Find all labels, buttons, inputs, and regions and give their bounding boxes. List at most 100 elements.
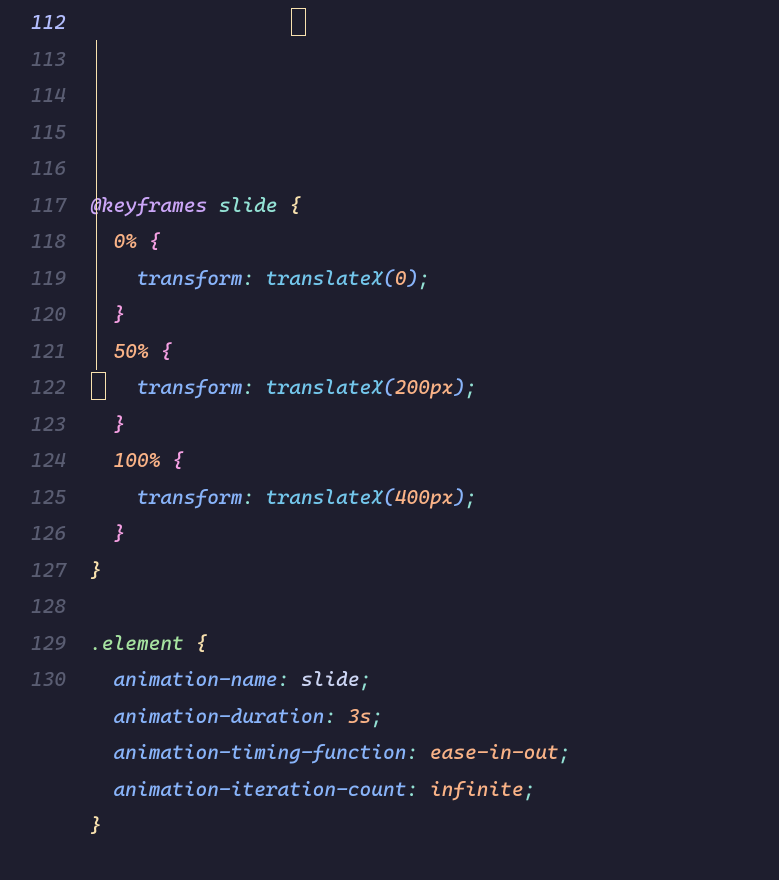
- code-line[interactable]: 50% {: [90, 333, 779, 370]
- token: [149, 339, 161, 363]
- token: transform: [137, 375, 242, 399]
- token: }: [90, 813, 102, 837]
- line-number: 117: [0, 187, 66, 224]
- code-line[interactable]: }: [90, 807, 779, 844]
- token: ;: [465, 485, 477, 509]
- token: animation-duration: [113, 704, 324, 728]
- token: transform: [137, 485, 242, 509]
- code-line[interactable]: 100% {: [90, 442, 779, 479]
- line-number: 120: [0, 296, 66, 333]
- token: ;: [360, 667, 372, 691]
- token: :: [406, 740, 429, 764]
- line-number: 112: [0, 4, 66, 41]
- code-line[interactable]: transform: translateX(0);: [90, 260, 779, 297]
- code-line[interactable]: }: [90, 406, 779, 443]
- token: {: [289, 193, 301, 217]
- code-line[interactable]: .element {: [90, 625, 779, 662]
- line-number: 121: [0, 333, 66, 370]
- token: (: [383, 375, 395, 399]
- token: ): [406, 266, 418, 290]
- code-area[interactable]: @keyframes slide { 0% { transform: trans…: [90, 4, 779, 880]
- token: ;: [371, 704, 383, 728]
- token: (: [383, 485, 395, 509]
- token: :: [324, 704, 347, 728]
- line-number: 129: [0, 625, 66, 662]
- token: :: [278, 667, 301, 691]
- token: @keyframes: [90, 193, 207, 217]
- code-line[interactable]: animation-timing-function: ease-in-out;: [90, 734, 779, 771]
- line-number: 128: [0, 588, 66, 625]
- line-number-gutter: 1121131141151161171181191201211221231241…: [0, 4, 90, 880]
- line-number: 118: [0, 223, 66, 260]
- token: {: [195, 631, 207, 655]
- token: 400px: [395, 485, 454, 509]
- token: ;: [559, 740, 571, 764]
- line-number: 113: [0, 41, 66, 78]
- token: 3s: [348, 704, 371, 728]
- line-number: 126: [0, 515, 66, 552]
- token: {: [149, 229, 161, 253]
- token: :: [242, 375, 265, 399]
- line-number: 119: [0, 260, 66, 297]
- code-line[interactable]: [90, 588, 779, 625]
- token: 50%: [113, 339, 148, 363]
- token: [207, 193, 219, 217]
- code-line[interactable]: transform: translateX(200px);: [90, 369, 779, 406]
- token: animation-timing-function: [113, 740, 406, 764]
- token: :: [242, 485, 265, 509]
- token: :: [242, 266, 265, 290]
- line-number: 123: [0, 406, 66, 443]
- code-editor[interactable]: 1121131141151161171181191201211221231241…: [0, 0, 779, 880]
- token: [137, 229, 149, 253]
- token: (: [383, 266, 395, 290]
- code-line[interactable]: }: [90, 552, 779, 589]
- token: .element: [90, 631, 184, 655]
- code-line[interactable]: 0% {: [90, 223, 779, 260]
- line-number: 116: [0, 150, 66, 187]
- token: [278, 193, 290, 217]
- token: translateX: [266, 266, 383, 290]
- code-line[interactable]: }: [90, 515, 779, 552]
- token: ): [453, 375, 465, 399]
- token: [184, 631, 196, 655]
- token: }: [113, 412, 125, 436]
- line-number: 127: [0, 552, 66, 589]
- token: ;: [465, 375, 477, 399]
- token: ease-in-out: [430, 740, 559, 764]
- token: ;: [524, 777, 536, 801]
- token: }: [90, 558, 102, 582]
- code-line[interactable]: }: [90, 296, 779, 333]
- token: {: [172, 448, 184, 472]
- token: 0: [395, 266, 407, 290]
- token: transform: [137, 266, 242, 290]
- token: }: [113, 302, 125, 326]
- line-number: 130: [0, 661, 66, 698]
- line-number: 122: [0, 369, 66, 406]
- code-line[interactable]: transform: translateX(400px);: [90, 479, 779, 516]
- code-line[interactable]: animation-name: slide;: [90, 661, 779, 698]
- code-line[interactable]: @keyframes slide {: [90, 187, 779, 224]
- token: animation-iteration-count: [113, 777, 406, 801]
- code-line[interactable]: [90, 844, 779, 880]
- line-number: 125: [0, 479, 66, 516]
- token: [160, 448, 172, 472]
- token: slide: [301, 667, 360, 691]
- line-number: 124: [0, 442, 66, 479]
- token: }: [113, 521, 125, 545]
- token: 200px: [395, 375, 454, 399]
- token: 0%: [113, 229, 136, 253]
- code-line[interactable]: animation-duration: 3s;: [90, 698, 779, 735]
- token: translateX: [266, 485, 383, 509]
- token: ): [453, 485, 465, 509]
- token: infinite: [430, 777, 524, 801]
- code-line[interactable]: animation-iteration-count: infinite;: [90, 771, 779, 808]
- token: slide: [219, 193, 278, 217]
- token: :: [406, 777, 429, 801]
- token: animation-name: [113, 667, 277, 691]
- token: 100%: [113, 448, 160, 472]
- line-number: 115: [0, 114, 66, 151]
- token: translateX: [266, 375, 383, 399]
- line-number: 114: [0, 77, 66, 114]
- bracket-match-open: [291, 8, 306, 36]
- token: ;: [418, 266, 430, 290]
